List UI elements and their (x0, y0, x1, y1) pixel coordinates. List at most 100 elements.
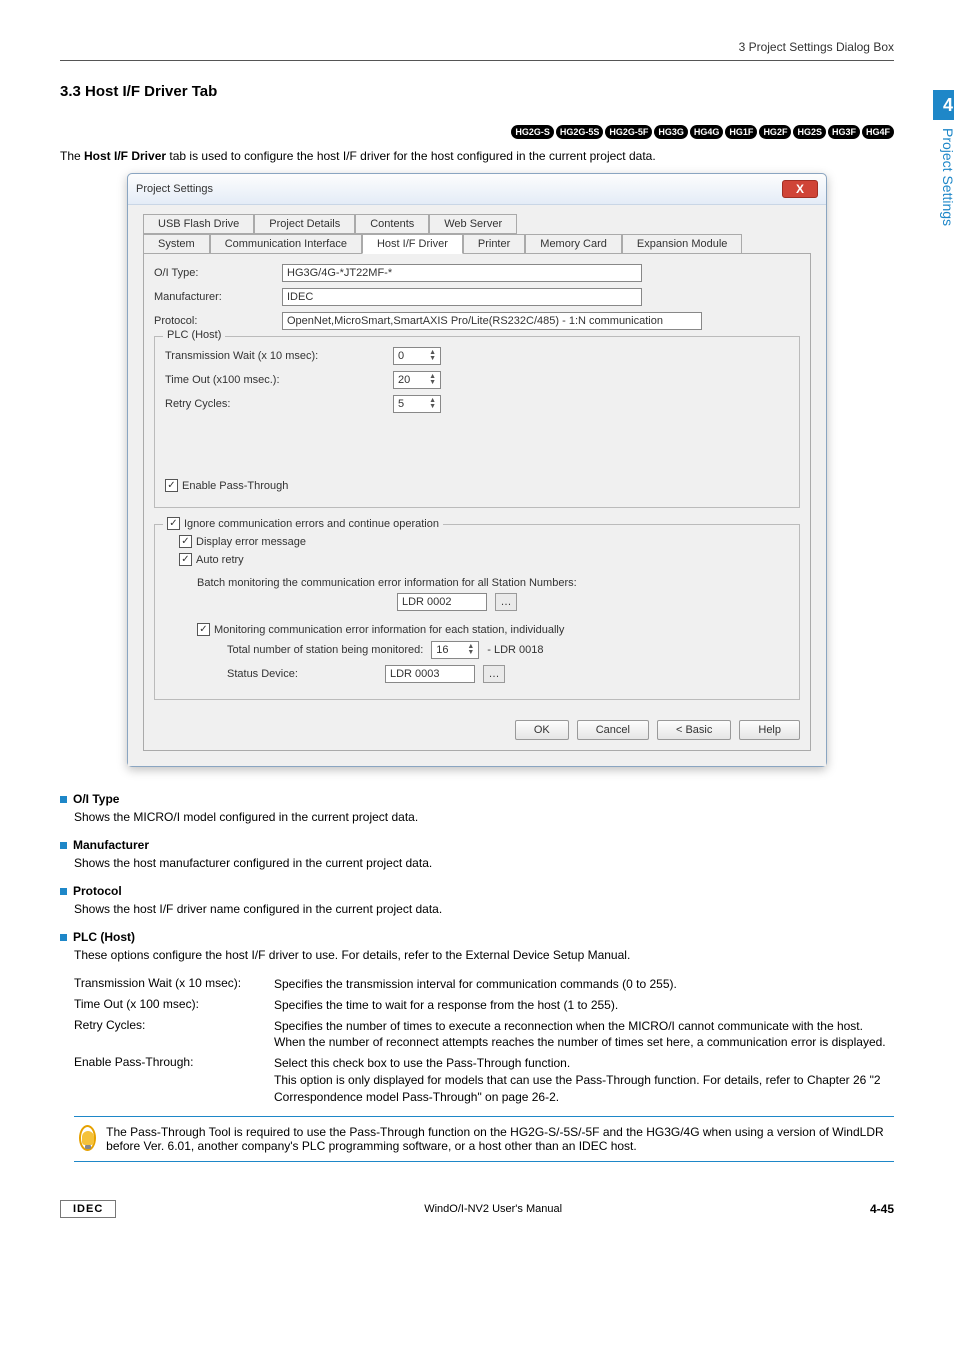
tab-contents[interactable]: Contents (355, 214, 429, 234)
dialog-title: Project Settings (136, 183, 213, 195)
param-key: Enable Pass-Through: (74, 1055, 274, 1105)
note-text: The Pass-Through Tool is required to use… (106, 1125, 889, 1153)
basic-button[interactable]: < Basic (657, 720, 731, 740)
tab-printer[interactable]: Printer (463, 234, 525, 254)
project-settings-dialog: Project Settings X USB Flash Drive Proje… (127, 173, 827, 767)
enable-pass-through-checkbox[interactable]: ✓ Enable Pass-Through (165, 479, 288, 492)
def-body: Shows the host manufacturer configured i… (74, 854, 894, 872)
side-tab: 4 Project Settings (932, 90, 954, 226)
footer-center: WindO/I-NV2 User's Manual (424, 1203, 562, 1215)
badge: HG3F (828, 125, 860, 139)
tab-usb-flash-drive[interactable]: USB Flash Drive (143, 214, 254, 234)
tab-host-if-driver[interactable]: Host I/F Driver (362, 234, 463, 254)
monitoring-individual-label: Monitoring communication error informati… (214, 624, 564, 636)
status-device-label: Status Device: (227, 668, 377, 680)
monitoring-individual-checkbox[interactable]: ✓ Monitoring communication error informa… (197, 623, 564, 636)
auto-retry-checkbox[interactable]: ✓ Auto retry (179, 553, 244, 566)
batch-browse-button[interactable]: … (495, 593, 517, 611)
transmission-wait-stepper[interactable]: 0 ▲▼ (393, 347, 441, 365)
plc-params-table: Transmission Wait (x 10 msec): Specifies… (74, 976, 894, 1106)
tab-communication-interface[interactable]: Communication Interface (210, 234, 362, 254)
total-stations-stepper[interactable]: 16 ▲▼ (431, 641, 479, 659)
manufacturer-label: Manufacturer: (154, 291, 274, 303)
def-protocol: Protocol Shows the host I/F driver name … (60, 884, 894, 918)
lightbulb-icon (79, 1125, 96, 1151)
oi-type-label: O/I Type: (154, 267, 274, 279)
param-key: Time Out (x 100 msec): (74, 997, 274, 1014)
badge: HG1F (725, 125, 757, 139)
intro-after: tab is used to configure the host I/F dr… (169, 149, 655, 163)
table-row: Transmission Wait (x 10 msec): Specifies… (74, 976, 894, 993)
dialog-titlebar: Project Settings X (128, 174, 826, 205)
oi-type-field[interactable]: HG3G/4G-*JT22MF-* (282, 264, 642, 282)
timeout-stepper[interactable]: 20 ▲▼ (393, 371, 441, 389)
model-badges: HG2G-S HG2G-5S HG2G-5F HG3G HG4G HG1F HG… (60, 125, 894, 139)
param-key: Retry Cycles: (74, 1018, 274, 1052)
checkbox-icon: ✓ (179, 553, 192, 566)
checkbox-icon: ✓ (165, 479, 178, 492)
dialog-buttons: OK Cancel < Basic Help (154, 712, 800, 740)
param-val: Specifies the number of times to execute… (274, 1018, 894, 1052)
param-val-line2: This option is only displayed for models… (274, 1072, 894, 1106)
help-button[interactable]: Help (739, 720, 800, 740)
intro-bold: Host I/F Driver (84, 149, 166, 163)
total-stations-value: 16 (436, 644, 448, 656)
def-title: Manufacturer (73, 838, 149, 852)
batch-monitoring-field[interactable]: LDR 0002 (397, 593, 487, 611)
transmission-wait-value: 0 (398, 350, 404, 362)
retry-cycles-stepper[interactable]: 5 ▲▼ (393, 395, 441, 413)
badge: HG4F (862, 125, 894, 139)
status-device-browse-button[interactable]: … (483, 665, 505, 683)
ignore-errors-checkbox[interactable]: ✓ Ignore communication errors and contin… (167, 517, 439, 530)
spinner-arrows-icon[interactable]: ▲▼ (467, 644, 474, 656)
bullet-icon (60, 796, 67, 803)
enable-pass-through-label: Enable Pass-Through (182, 480, 288, 492)
display-error-message-checkbox[interactable]: ✓ Display error message (179, 535, 306, 548)
chapter-number-badge: 4 (933, 90, 954, 120)
tab-web-server[interactable]: Web Server (429, 214, 517, 234)
def-body: These options configure the host I/F dri… (74, 946, 894, 964)
close-button[interactable]: X (782, 180, 818, 198)
badge: HG2G-5S (556, 125, 604, 139)
checkbox-icon: ✓ (179, 535, 192, 548)
table-row: Time Out (x 100 msec): Specifies the tim… (74, 997, 894, 1014)
tab-panel: O/I Type: HG3G/4G-*JT22MF-* Manufacturer… (143, 253, 811, 751)
ok-button[interactable]: OK (515, 720, 569, 740)
section-heading: 3.3 Host I/F Driver Tab (60, 83, 894, 100)
plc-host-group: PLC (Host) Transmission Wait (x 10 msec)… (154, 336, 800, 508)
def-body: Shows the host I/F driver name configure… (74, 900, 894, 918)
tab-system[interactable]: System (143, 234, 210, 254)
auto-retry-label: Auto retry (196, 554, 244, 566)
spinner-arrows-icon[interactable]: ▲▼ (429, 374, 436, 386)
def-title: Protocol (73, 884, 122, 898)
batch-monitoring-label: Batch monitoring the communication error… (197, 577, 789, 589)
def-title: PLC (Host) (73, 930, 135, 944)
checkbox-icon: ✓ (167, 517, 180, 530)
badge: HG2S (793, 125, 826, 139)
def-plc-host: PLC (Host) These options configure the h… (60, 930, 894, 964)
badge: HG3G (654, 125, 688, 139)
spinner-arrows-icon[interactable]: ▲▼ (429, 350, 436, 362)
table-row: Retry Cycles: Specifies the number of ti… (74, 1018, 894, 1052)
def-title: O/I Type (73, 792, 119, 806)
retry-cycles-value: 5 (398, 398, 404, 410)
manufacturer-field[interactable]: IDEC (282, 288, 642, 306)
def-body: Shows the MICRO/I model configured in th… (74, 808, 894, 826)
tab-expansion-module[interactable]: Expansion Module (622, 234, 743, 254)
tab-row-2: System Communication Interface Host I/F … (143, 233, 811, 253)
badge: HG2G-5F (605, 125, 652, 139)
tab-project-details[interactable]: Project Details (254, 214, 355, 234)
bullet-icon (60, 888, 67, 895)
spinner-arrows-icon[interactable]: ▲▼ (429, 398, 436, 410)
cancel-button[interactable]: Cancel (577, 720, 649, 740)
page-number: 4-45 (870, 1202, 894, 1216)
timeout-value: 20 (398, 374, 410, 386)
protocol-field[interactable]: OpenNet,MicroSmart,SmartAXIS Pro/Lite(RS… (282, 312, 702, 330)
tab-row-1: USB Flash Drive Project Details Contents… (143, 213, 811, 233)
tab-memory-card[interactable]: Memory Card (525, 234, 622, 254)
bullet-icon (60, 934, 67, 941)
param-val: Select this check box to use the Pass-Th… (274, 1055, 894, 1105)
ignore-errors-label: Ignore communication errors and continue… (184, 518, 439, 530)
status-device-field[interactable]: LDR 0003 (385, 665, 475, 683)
badge: HG4G (690, 125, 724, 139)
